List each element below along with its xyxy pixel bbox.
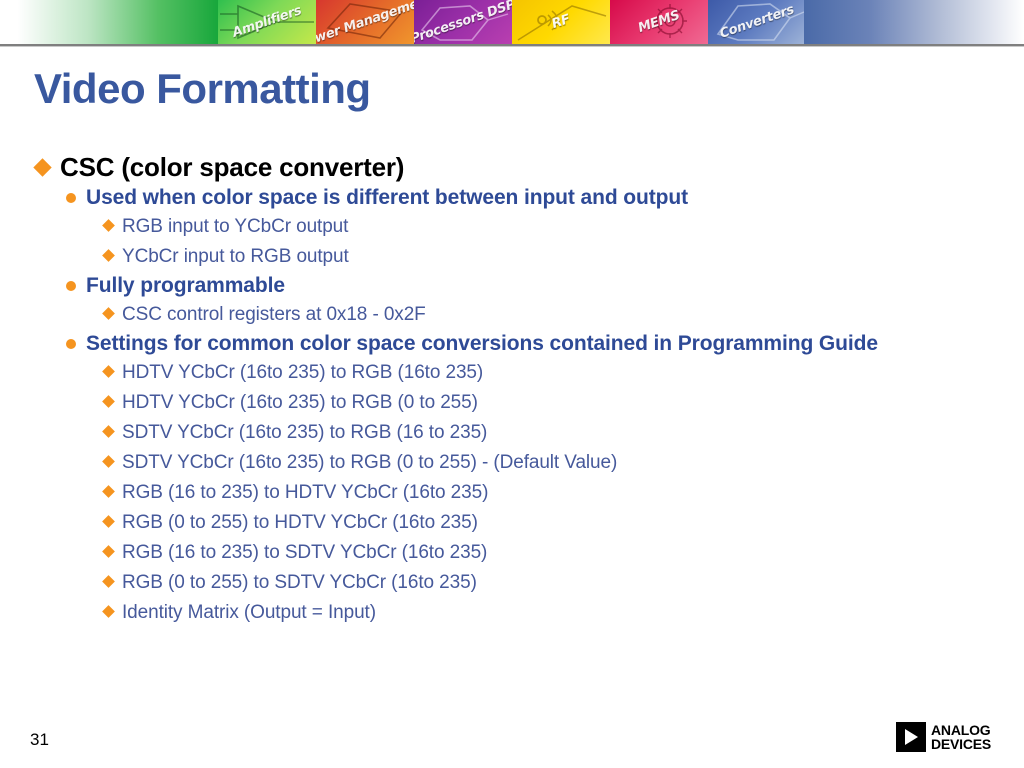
small-diamond-bullet-icon xyxy=(102,545,115,558)
small-diamond-bullet-icon xyxy=(102,605,115,618)
header-banner: Amplifiers Power Management Processors D… xyxy=(0,0,1024,44)
bullet-text: Used when color space is different betwe… xyxy=(86,186,688,209)
banner-panel-rf: RF xyxy=(512,0,610,44)
conversion-text: HDTV YCbCr (16to 235) to RGB (0 to 255) xyxy=(122,392,478,413)
banner-panel-converters: Converters xyxy=(708,0,806,44)
banner-right-gradient xyxy=(804,0,1024,44)
small-diamond-bullet-icon xyxy=(102,249,115,262)
conversion-list: HDTV YCbCr (16to 235) to RGB (16to 235) … xyxy=(36,358,996,628)
logo-line-2: DEVICES xyxy=(931,736,992,752)
list-item: HDTV YCbCr (16to 235) to RGB (16to 235) xyxy=(102,358,996,388)
list-item: RGB (0 to 255) to HDTV YCbCr (16to 235) xyxy=(102,508,996,538)
small-diamond-bullet-icon xyxy=(102,395,115,408)
banner-panel-power-management: Power Management xyxy=(316,0,414,44)
bullet-item-csc-registers: CSC control registers at 0x18 - 0x2F xyxy=(102,300,996,330)
dot-bullet-icon xyxy=(66,193,76,203)
page-title: Video Formatting xyxy=(34,65,371,112)
banner-panel-amplifiers: Amplifiers xyxy=(218,0,316,44)
small-diamond-bullet-icon xyxy=(102,219,115,232)
header-divider-highlight xyxy=(0,46,1024,47)
conversion-text: HDTV YCbCr (16to 235) to RGB (16to 235) xyxy=(122,362,484,383)
list-item: RGB (16 to 235) to HDTV YCbCr (16to 235) xyxy=(102,478,996,508)
banner-panel-processors-dsp: Processors DSP xyxy=(414,0,512,44)
list-item: RGB (16 to 235) to SDTV YCbCr (16to 235) xyxy=(102,538,996,568)
small-diamond-bullet-icon xyxy=(102,425,115,438)
banner-panel-mems: MEMS xyxy=(610,0,708,44)
bullet-item-rgb-to-ycbcr: RGB input to YCbCr output xyxy=(102,212,996,242)
banner-product-panels: Amplifiers Power Management Processors D… xyxy=(218,0,806,44)
bullet-item-fully-programmable: Fully programmable xyxy=(66,272,996,299)
conversion-text: RGB (16 to 235) to HDTV YCbCr (16to 235) xyxy=(122,482,489,503)
dot-bullet-icon xyxy=(66,339,76,349)
small-diamond-bullet-icon xyxy=(102,365,115,378)
conversion-text: Identity Matrix (Output = Input) xyxy=(122,602,376,623)
slide-body: CSC (color space converter) Used when co… xyxy=(33,152,996,628)
bullet-text: CSC (color space converter) xyxy=(60,152,405,182)
dot-bullet-icon xyxy=(66,281,76,291)
small-diamond-bullet-icon xyxy=(102,307,115,320)
list-item: SDTV YCbCr (16to 235) to RGB (16 to 235) xyxy=(102,418,996,448)
analog-devices-logo: ANALOG DEVICES xyxy=(896,722,991,752)
diamond-bullet-icon xyxy=(33,158,52,177)
bullet-text: YCbCr input to RGB output xyxy=(122,246,349,267)
list-item: SDTV YCbCr (16to 235) to RGB (0 to 255) … xyxy=(102,448,996,478)
conversion-text: RGB (0 to 255) to HDTV YCbCr (16to 235) xyxy=(122,512,478,533)
bullet-text: Fully programmable xyxy=(86,274,285,297)
bullet-item-used-when: Used when color space is different betwe… xyxy=(66,184,996,211)
bullet-item-settings: Settings for common color space conversi… xyxy=(66,330,996,357)
bullet-item-csc: CSC (color space converter) xyxy=(33,152,996,183)
list-item: Identity Matrix (Output = Input) xyxy=(102,598,996,628)
bullet-text: CSC control registers at 0x18 - 0x2F xyxy=(122,304,426,325)
small-diamond-bullet-icon xyxy=(102,485,115,498)
small-diamond-bullet-icon xyxy=(102,575,115,588)
conversion-text: RGB (0 to 255) to SDTV YCbCr (16to 235) xyxy=(122,572,477,593)
small-diamond-bullet-icon xyxy=(102,455,115,468)
conversion-text: RGB (16 to 235) to SDTV YCbCr (16to 235) xyxy=(122,542,488,563)
analog-devices-triangle-icon xyxy=(896,722,926,752)
bullet-text: RGB input to YCbCr output xyxy=(122,216,349,237)
page-number: 31 xyxy=(30,730,49,749)
logo-line-1: ANALOG xyxy=(931,722,991,738)
small-diamond-bullet-icon xyxy=(102,515,115,528)
list-item: HDTV YCbCr (16to 235) to RGB (0 to 255) xyxy=(102,388,996,418)
bullet-item-ycbcr-to-rgb: YCbCr input to RGB output xyxy=(102,242,996,272)
banner-left-gradient xyxy=(0,0,220,44)
conversion-text: SDTV YCbCr (16to 235) to RGB (0 to 255) … xyxy=(122,452,618,473)
bullet-text: Settings for common color space conversi… xyxy=(86,332,878,355)
analog-devices-wordmark: ANALOG DEVICES xyxy=(931,723,991,751)
conversion-text: SDTV YCbCr (16to 235) to RGB (16 to 235) xyxy=(122,422,488,443)
list-item: RGB (0 to 255) to SDTV YCbCr (16to 235) xyxy=(102,568,996,598)
